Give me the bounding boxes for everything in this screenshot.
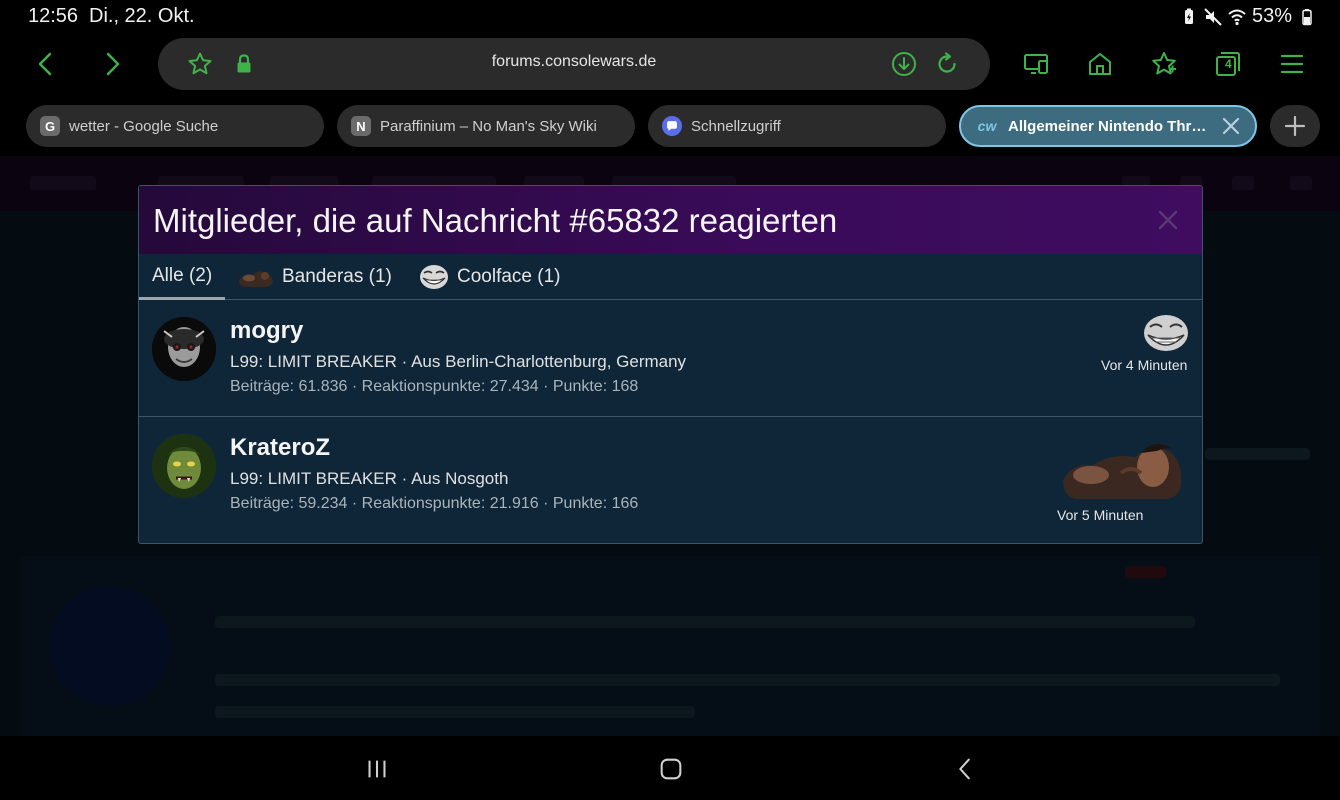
desktop-icon bbox=[1024, 54, 1048, 74]
consolewars-favicon-icon: cw bbox=[977, 118, 997, 134]
recents-icon bbox=[368, 760, 386, 778]
hamburger-menu-icon bbox=[1280, 54, 1304, 74]
coolface-reaction-icon bbox=[420, 265, 448, 289]
status-time: 12:56 bbox=[28, 5, 79, 27]
quick-access-icon bbox=[662, 116, 682, 136]
new-tab-button[interactable] bbox=[1270, 105, 1320, 147]
tab-label: Alle (2) bbox=[152, 264, 213, 286]
menu-button[interactable] bbox=[1272, 44, 1312, 84]
plus-icon bbox=[1284, 115, 1306, 137]
browser-tab[interactable]: Schnellzugriff bbox=[648, 105, 946, 147]
member-title: L99: LIMIT BREAKER · Aus Berlin-Charlott… bbox=[230, 352, 687, 371]
avatar[interactable] bbox=[152, 434, 216, 498]
banderas-reaction-icon bbox=[1063, 443, 1182, 500]
tab-label: wetter - Google Suche bbox=[69, 117, 219, 135]
tab-banderas[interactable]: Banderas (1) bbox=[238, 254, 392, 300]
back-chevron-icon bbox=[959, 758, 970, 780]
wifi-icon bbox=[1228, 8, 1246, 26]
member-stats: Beiträge: 61.836 · Reaktionspunkte: 27.4… bbox=[230, 378, 639, 395]
reaction-filter-tabs: Alle (2) Banderas (1) Coolface (1) bbox=[139, 254, 1202, 300]
browser-tab-active[interactable]: cw Allgemeiner Nintendo Threa... bbox=[959, 105, 1257, 147]
close-tab-icon[interactable] bbox=[1221, 116, 1241, 136]
download-icon[interactable] bbox=[890, 50, 918, 78]
address-bar[interactable]: forums.consolewars.de bbox=[158, 38, 990, 90]
tab-strip: G wetter - Google Suche N Paraffinium – … bbox=[0, 96, 1340, 156]
chevron-left-icon bbox=[38, 52, 52, 76]
member-name[interactable]: mogry bbox=[230, 317, 303, 345]
home-square-icon bbox=[660, 758, 682, 780]
browser-tab[interactable]: G wetter - Google Suche bbox=[26, 105, 324, 147]
reactions-dialog: Mitglieder, die auf Nachricht #65832 rea… bbox=[138, 185, 1203, 544]
dialog-title: Mitglieder, die auf Nachricht #65832 rea… bbox=[153, 202, 838, 239]
member-row: mogry L99: LIMIT BREAKER · Aus Berlin-Ch… bbox=[139, 301, 1202, 417]
reaction-time: Vor 4 Minuten bbox=[1101, 357, 1188, 373]
tab-count: 4 bbox=[1225, 57, 1232, 71]
battery-saver-icon bbox=[1180, 8, 1198, 26]
reaction-time: Vor 5 Minuten bbox=[1057, 507, 1144, 523]
wiki-favicon-icon: N bbox=[351, 116, 371, 136]
avatar[interactable] bbox=[152, 317, 216, 381]
status-icons: 53% bbox=[1180, 5, 1316, 28]
mute-icon bbox=[1204, 7, 1222, 26]
tab-label: Banderas (1) bbox=[282, 266, 392, 287]
chevron-right-icon bbox=[106, 52, 120, 76]
home-button[interactable] bbox=[1080, 44, 1120, 84]
system-nav-bar bbox=[0, 736, 1340, 800]
battery-icon bbox=[1298, 8, 1316, 26]
forward-button[interactable] bbox=[92, 44, 132, 84]
tab-label: Schnellzugriff bbox=[691, 117, 781, 135]
close-icon[interactable] bbox=[1156, 208, 1180, 232]
mogry-avatar-icon bbox=[152, 317, 216, 381]
bookmarks-star-icon bbox=[1152, 52, 1176, 75]
url-text[interactable]: forums.consolewars.de bbox=[158, 53, 990, 71]
member-row: KrateroZ L99: LIMIT BREAKER · Aus Nosgot… bbox=[139, 417, 1202, 543]
browser-tab[interactable]: N Paraffinium – No Man's Sky Wiki bbox=[337, 105, 635, 147]
back-button[interactable] bbox=[26, 44, 66, 84]
banderas-reaction-icon bbox=[239, 271, 273, 287]
reload-icon[interactable] bbox=[933, 50, 961, 78]
desktop-view-button[interactable] bbox=[1016, 44, 1056, 84]
status-date: Di., 22. Okt. bbox=[89, 5, 195, 27]
google-favicon-icon: G bbox=[40, 116, 60, 136]
browser-toolbar: forums.consolewars.de 4 bbox=[0, 32, 1340, 96]
battery-percent: 53% bbox=[1251, 5, 1292, 27]
member-stats: Beiträge: 59.234 · Reaktionspunkte: 21.9… bbox=[230, 495, 639, 512]
status-bar: 12:56 Di., 22. Okt. 53% bbox=[0, 0, 1340, 32]
kraterox-avatar-icon bbox=[152, 434, 216, 498]
back-nav-button[interactable] bbox=[950, 754, 980, 784]
home-nav-button[interactable] bbox=[656, 754, 686, 784]
member-title: L99: LIMIT BREAKER · Aus Nosgoth bbox=[230, 469, 509, 488]
tab-label: Paraffinium – No Man's Sky Wiki bbox=[380, 117, 597, 135]
recents-button[interactable] bbox=[362, 754, 392, 784]
tab-all[interactable]: Alle (2) bbox=[139, 254, 226, 300]
home-icon bbox=[1089, 53, 1111, 75]
tab-label: Allgemeiner Nintendo Threa... bbox=[1008, 117, 1214, 135]
bookmarks-button[interactable] bbox=[1144, 44, 1184, 84]
dialog-header: Mitglieder, die auf Nachricht #65832 rea… bbox=[139, 186, 1202, 254]
tab-label: Coolface (1) bbox=[457, 266, 561, 287]
member-name[interactable]: KrateroZ bbox=[230, 434, 330, 462]
tab-coolface[interactable]: Coolface (1) bbox=[419, 254, 561, 300]
tab-switcher-button[interactable]: 4 bbox=[1208, 44, 1248, 84]
coolface-reaction-icon bbox=[1144, 315, 1188, 351]
